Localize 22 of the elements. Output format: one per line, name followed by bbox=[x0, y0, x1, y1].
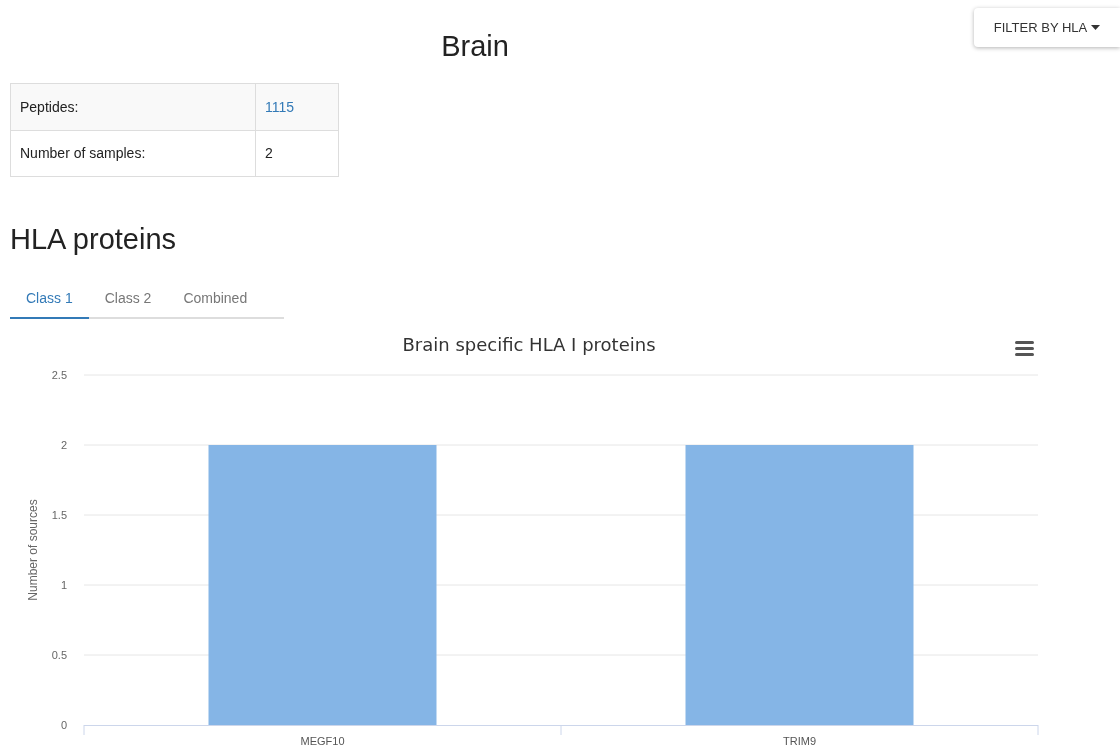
axis-tick-label: 0.5 bbox=[51, 649, 67, 661]
axis-tick-label: 0 bbox=[60, 719, 67, 731]
menu-icon[interactable] bbox=[1015, 341, 1034, 356]
peptides-link[interactable]: 1115 bbox=[265, 98, 295, 115]
tab[interactable]: Combined bbox=[167, 279, 264, 319]
axis-tick-label: TRIM9 bbox=[783, 735, 816, 747]
table-cell: Number of samples: bbox=[10, 130, 256, 177]
tab[interactable]: Class 2 bbox=[88, 279, 168, 319]
axis-tick-label: 1 bbox=[60, 579, 67, 591]
tab[interactable]: Class 1 bbox=[10, 279, 89, 319]
caret-icon bbox=[1091, 25, 1101, 30]
table-cell: Peptides: bbox=[10, 83, 256, 131]
page-title: Brain bbox=[441, 29, 509, 64]
table-cell: 2 bbox=[255, 130, 339, 177]
axis-tick-label: 2.5 bbox=[51, 369, 67, 381]
axis-tick-label: 2 bbox=[60, 439, 67, 451]
chart-title: Brain specific HLA I proteins bbox=[402, 334, 656, 355]
axis-title: Number of sources bbox=[26, 499, 40, 601]
axis-tick-label: MEGF10 bbox=[300, 735, 345, 747]
filter-button[interactable]: FILTER BY HLA bbox=[974, 8, 1120, 47]
axis-tick-label: 1.5 bbox=[51, 509, 67, 521]
section-heading: HLA proteins bbox=[10, 222, 178, 257]
